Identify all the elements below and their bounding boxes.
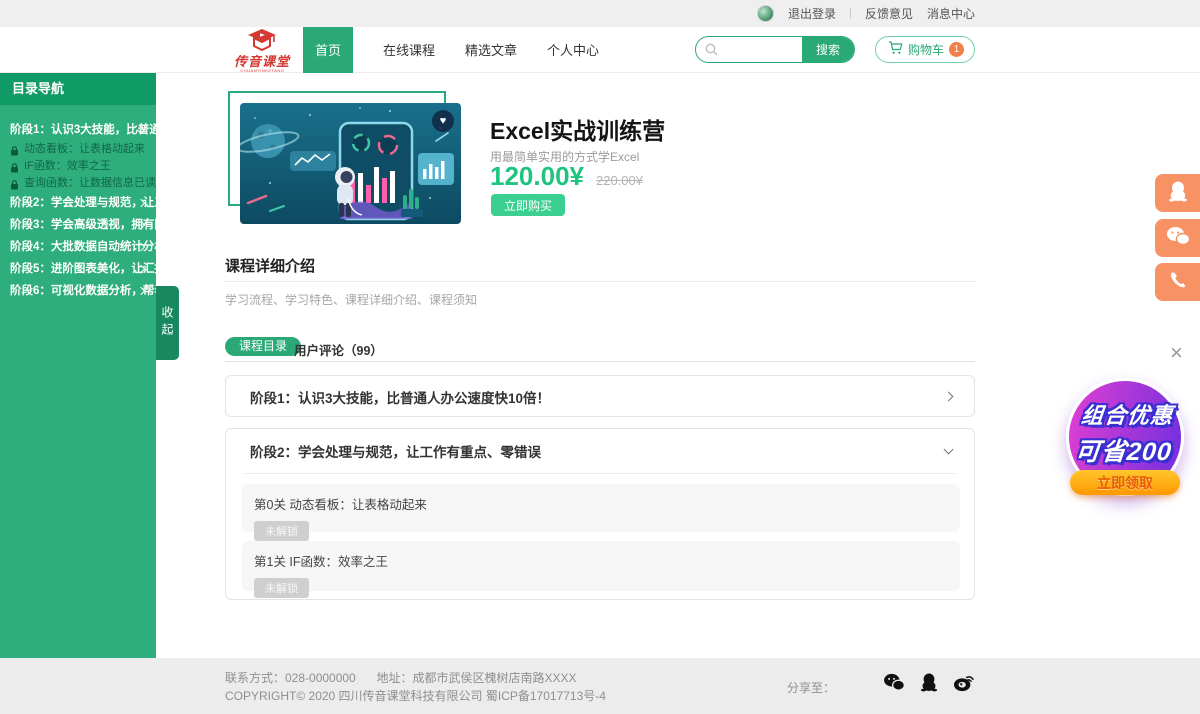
sidebar-stage-4[interactable]: 阶段4：大批数据自动统计分析，... [0,236,156,258]
accordion-title: 阶段1：认识3大技能，比普通人办公速度快10倍！ [250,387,550,407]
logo-title: 传音课堂 [234,56,290,68]
nav-personal-center[interactable]: 个人中心 [547,40,599,59]
sidebar-lesson-locked-3[interactable]: 查询函数：让数据信息已读 [0,175,156,192]
divider [850,8,851,19]
stage-label: 阶段6：可视化数据分析，帮老板... [10,285,156,297]
cart-icon [888,41,903,58]
promo-close-button[interactable]: × [1170,342,1183,364]
lesson-status-badge: 未解锁 [254,521,309,541]
detail-section-title: 课程详细介绍 [225,255,315,276]
accordion-stage-1: 阶段1：认识3大技能，比普通人办公速度快10倍！ [225,375,975,417]
search-bar: 搜索 [695,36,855,63]
footer: 联系方式：028-0000000 地址：成都市武侯区槐树店南路XXXX COPY… [0,658,1200,714]
course-title: Excel实战训练营 [490,112,665,146]
nav-online-courses[interactable]: 在线课程 [383,40,435,59]
footer-address: 地址：成都市武侯区槐树店南路XXXX [376,671,576,685]
sidebar-collapse-tab[interactable]: 收起 [156,286,179,360]
original-price: 220.00¥ [596,173,643,188]
locked-lesson-label: IF函数：效率之王 [24,160,111,172]
search-button[interactable]: 搜索 [802,37,854,62]
heart-icon: ♥ [440,116,447,127]
page: 退出登录 反馈意见 消息中心 传音课堂 CHUANYINKETANG [0,0,1200,714]
lock-icon [10,179,19,192]
accordion-stage-2-header[interactable]: 阶段2：学会处理与规范，让工作有重点、零错误 [226,429,974,473]
qq-contact-button[interactable] [1155,174,1200,212]
lesson-name: 第1关 IF函数：效率之王 [254,551,948,570]
accordion-title: 阶段2：学会处理与规范，让工作有重点、零错误 [250,441,541,461]
user-avatar[interactable] [757,5,774,22]
site-logo[interactable]: 传音课堂 CHUANYINKETANG [225,29,299,73]
tab-course-catalog[interactable]: 课程目录 [225,337,301,356]
current-price: 120.00¥ [490,161,584,192]
sidebar-title: 目录导航 [0,73,156,105]
detail-description: 学习流程、学习特色、课程详细介绍、课程须知 [225,291,477,308]
site-header: 传音课堂 CHUANYINKETANG 首页 在线课程 精选文章 个人中心 搜索 [0,27,1200,73]
stage-label: 阶段1：认识3大技能，比普通人... [10,124,156,136]
feedback-link[interactable]: 反馈意见 [865,5,913,22]
divider [225,281,975,282]
buy-now-button[interactable]: 立即购买 [491,194,565,216]
catalog-sidebar: 目录导航 阶段1：认识3大技能，比普通人... 动态看板：让表格动起来 IF函数… [0,73,156,658]
locked-lesson-label: 查询函数：让数据信息已读 [24,177,156,189]
sidebar-stage-5[interactable]: 阶段5：进阶图表美化，让汇报一... [0,258,156,280]
lesson-row-1[interactable]: 第0关 动态看板：让表格动起来 未解锁 [242,484,960,532]
share-label: 分享至： [787,679,835,696]
wechat-icon [1166,226,1190,251]
sidebar-stage-1[interactable]: 阶段1：认识3大技能，比普通人... [0,119,156,141]
top-utility-bar: 退出登录 反馈意见 消息中心 [0,0,1200,27]
claim-coupon-button[interactable]: 立即领取 [1070,470,1180,495]
sidebar-stage-2[interactable]: 阶段2：学会处理与规范，让工作... [0,192,156,214]
sidebar-lesson-locked-2[interactable]: IF函数：效率之王 [0,158,156,175]
stage-label: 阶段5：进阶图表美化，让汇报一... [10,263,156,275]
footer-copyright: COPYRIGHT© 2020 四川传音课堂科技有限公司 蜀ICP备170177… [225,687,606,704]
stage-label: 阶段2：学会处理与规范，让工作... [10,197,156,209]
phone-contact-button[interactable] [1155,263,1200,301]
accordion-stage-1-header[interactable]: 阶段1：认识3大技能，比普通人办公速度快10倍！ [226,376,974,418]
sidebar-lesson-locked-1[interactable]: 动态看板：让表格动起来 [0,141,156,158]
nav-home[interactable]: 首页 [303,27,353,73]
favorite-button[interactable]: ♥ [432,110,454,132]
space-illustration [240,103,461,224]
qq-share-icon[interactable] [920,672,938,692]
lesson-row-2[interactable]: 第1关 IF函数：效率之王 未解锁 [242,541,960,591]
main-nav: 首页 在线课程 精选文章 个人中心 [303,27,599,72]
logout-link[interactable]: 退出登录 [788,5,836,22]
price-row: 120.00¥ 220.00¥ [490,161,643,192]
weibo-share-icon[interactable] [953,672,975,692]
logo-subtitle: CHUANYINKETANG [240,68,284,73]
stage-label: 阶段4：大批数据自动统计分析，... [10,241,156,253]
search-icon [705,43,718,61]
cart-button[interactable]: 购物车 1 [875,36,975,63]
lock-icon [10,145,19,158]
qq-penguin-icon [1168,180,1188,207]
lesson-name: 第0关 动态看板：让表格动起来 [254,494,948,513]
wechat-share-icon[interactable] [883,673,905,691]
tab-user-comments[interactable]: 用户评论（99） [294,340,383,359]
graduation-cap-icon [245,29,279,56]
divider [244,473,956,474]
sidebar-stage-3[interactable]: 阶段3：学会高级透视，拥有同时... [0,214,156,236]
lock-icon [10,162,19,175]
stage-label: 阶段3：学会高级透视，拥有同时... [10,219,156,231]
wechat-contact-button[interactable] [1155,219,1200,257]
sidebar-stage-6[interactable]: 阶段6：可视化数据分析，帮老板... [0,280,156,302]
course-cover-image[interactable]: ♥ [240,103,461,224]
accordion-stage-2: 阶段2：学会处理与规范，让工作有重点、零错误 第0关 动态看板：让表格动起来 未… [225,428,975,600]
nav-featured-articles[interactable]: 精选文章 [465,40,517,59]
footer-contact: 联系方式：028-0000000 [225,671,356,685]
lesson-status-badge: 未解锁 [254,578,309,598]
cart-count-badge: 1 [949,42,964,57]
messages-link[interactable]: 消息中心 [927,5,975,22]
chevron-down-icon [944,445,954,455]
chevron-right-icon [944,392,954,402]
locked-lesson-label: 动态看板：让表格动起来 [24,143,145,155]
divider [225,361,975,362]
cart-label: 购物车 [908,41,944,58]
phone-icon [1169,271,1187,294]
